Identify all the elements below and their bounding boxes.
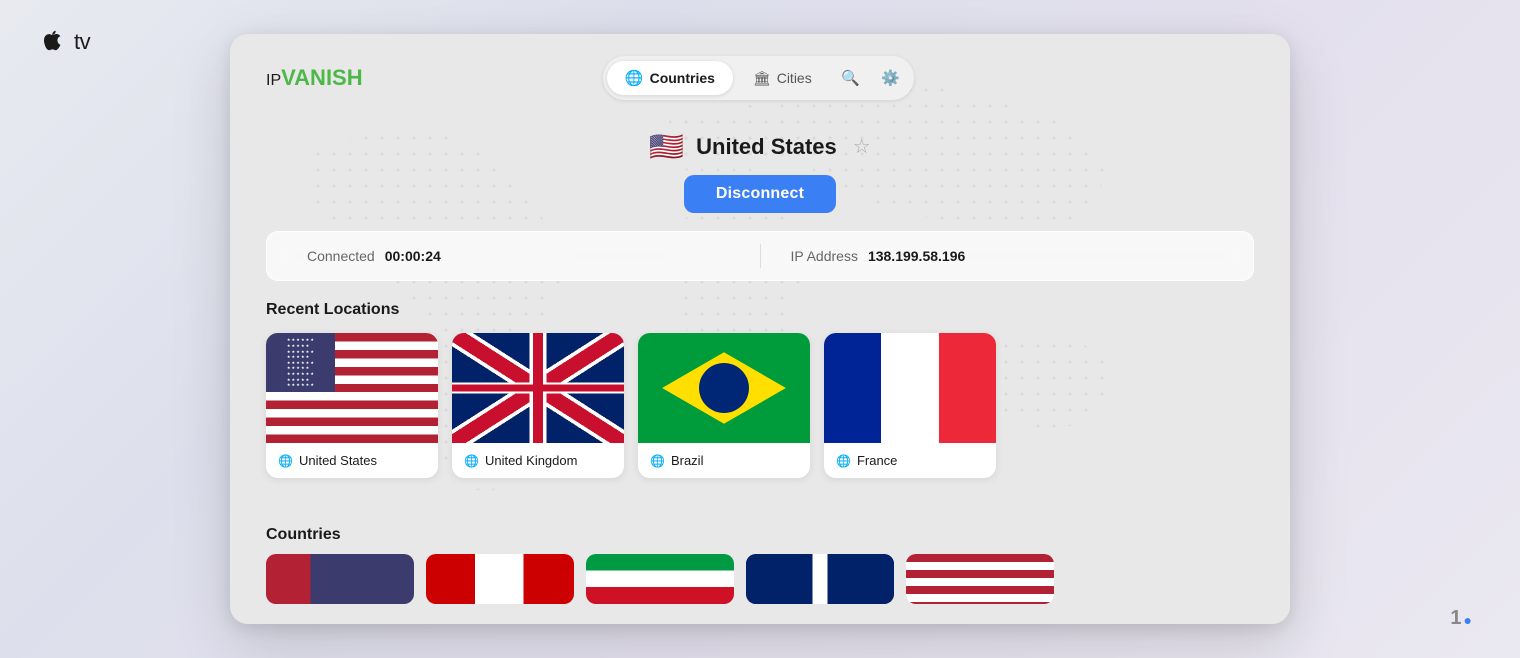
search-icon: 🔍 <box>841 69 860 87</box>
flag-france <box>824 333 996 443</box>
bottom-flag-striped[interactable] <box>906 554 1054 604</box>
flag-uk-container <box>452 333 624 443</box>
globe-tab-icon: 🌐 <box>625 69 644 87</box>
flag-uk <box>452 333 624 443</box>
settings-tab-button[interactable]: ⚙️ <box>872 60 910 96</box>
tab-cities[interactable]: 🏛 Cities <box>735 62 830 95</box>
location-name-us: 🌐 United States <box>266 443 438 478</box>
status-label: Connected <box>307 248 375 264</box>
flag-uk-cross <box>452 333 624 443</box>
location-name-brazil: 🌐 Brazil <box>638 443 810 478</box>
connection-status-item: Connected 00:00:24 <box>307 248 730 264</box>
location-card-us[interactable]: ★ ★ ★ ★ ★ ★★ ★ ★ ★ ★★ ★ ★ ★ ★ ★★ ★ ★ ★ ★… <box>266 333 438 478</box>
tab-countries[interactable]: 🌐 Countries <box>607 61 733 95</box>
country-name: United States <box>696 134 837 160</box>
ip-label: IP Address <box>791 248 858 264</box>
connection-info-bar: Connected 00:00:24 IP Address 138.199.58… <box>266 231 1254 281</box>
favorite-button[interactable]: ☆ <box>853 134 871 159</box>
logo-vanish-text: VANISH <box>281 65 363 90</box>
tv-label: tv <box>74 29 90 55</box>
flag-brazil-container <box>638 333 810 443</box>
connection-country: 🇺🇸 United States ☆ <box>649 130 870 163</box>
location-label-uk: United Kingdom <box>485 453 578 468</box>
flag-brazil <box>638 333 810 443</box>
info-divider <box>760 244 761 268</box>
country-flag: 🇺🇸 <box>649 130 684 163</box>
flag-brazil-circle <box>699 363 749 413</box>
connection-timer: 00:00:24 <box>385 248 441 264</box>
flag-brazil-diamond <box>662 352 786 424</box>
ipvanish-logo: IPVANISH <box>266 65 363 91</box>
location-label-brazil: Brazil <box>671 453 704 468</box>
building-tab-icon: 🏛 <box>753 70 771 87</box>
flag-us: ★ ★ ★ ★ ★ ★★ ★ ★ ★ ★★ ★ ★ ★ ★ ★★ ★ ★ ★ ★… <box>266 333 438 443</box>
location-label-france: France <box>857 453 897 468</box>
countries-section: Countries <box>230 512 1290 544</box>
location-name-uk: 🌐 United Kingdom <box>452 443 624 478</box>
bottom-flag-us[interactable] <box>266 554 414 604</box>
disconnect-button[interactable]: Disconnect <box>684 175 836 213</box>
app-window: IPVANISH 🌐 Countries 🏛 Cities 🔍 ⚙️ <box>230 34 1290 624</box>
search-tab-button[interactable]: 🔍 <box>832 60 870 96</box>
connection-header: 🇺🇸 United States ☆ Disconnect <box>230 116 1290 231</box>
settings-icon: ⚙️ <box>881 69 900 87</box>
globe-icon-us: 🌐 <box>278 454 293 468</box>
recent-locations-title: Recent Locations <box>266 301 1254 319</box>
flag-us-container: ★ ★ ★ ★ ★ ★★ ★ ★ ★ ★★ ★ ★ ★ ★ ★★ ★ ★ ★ ★… <box>266 333 438 443</box>
version-badge: 1● <box>1450 607 1472 630</box>
locations-grid: ★ ★ ★ ★ ★ ★★ ★ ★ ★ ★★ ★ ★ ★ ★ ★★ ★ ★ ★ ★… <box>266 333 1254 478</box>
apple-tv-logo: tv <box>40 28 90 56</box>
bottom-flags-strip <box>230 544 1290 604</box>
flag-us-canton: ★ ★ ★ ★ ★ ★★ ★ ★ ★ ★★ ★ ★ ★ ★ ★★ ★ ★ ★ ★… <box>266 333 335 392</box>
globe-icon-uk: 🌐 <box>464 454 479 468</box>
location-card-uk[interactable]: 🌐 United Kingdom <box>452 333 624 478</box>
version-dot: ● <box>1464 612 1472 628</box>
logo-ip-text: IP <box>266 72 281 89</box>
tab-cities-label: Cities <box>777 70 812 86</box>
location-label-us: United States <box>299 453 377 468</box>
apple-icon <box>40 28 68 56</box>
version-number: 1 <box>1450 607 1461 630</box>
countries-title: Countries <box>266 526 1254 544</box>
tab-countries-label: Countries <box>650 70 715 86</box>
flag-france-red <box>939 333 996 443</box>
globe-icon-france: 🌐 <box>836 454 851 468</box>
globe-icon-brazil: 🌐 <box>650 454 665 468</box>
flag-france-container <box>824 333 996 443</box>
bottom-flag-blue-white[interactable] <box>746 554 894 604</box>
location-name-france: 🌐 France <box>824 443 996 478</box>
location-card-france[interactable]: 🌐 France <box>824 333 996 478</box>
app-content: IPVANISH 🌐 Countries 🏛 Cities 🔍 ⚙️ <box>230 34 1290 624</box>
ip-address-item: IP Address 138.199.58.196 <box>791 248 1214 264</box>
flag-france-white <box>881 333 938 443</box>
recent-locations-section: Recent Locations ★ ★ ★ ★ ★ ★★ ★ ★ ★ ★★ ★… <box>230 301 1290 512</box>
ip-value: 138.199.58.196 <box>868 248 965 264</box>
bottom-flag-green[interactable] <box>586 554 734 604</box>
bottom-flag-red[interactable] <box>426 554 574 604</box>
flag-france-blue <box>824 333 881 443</box>
tab-navigation: 🌐 Countries 🏛 Cities 🔍 ⚙️ <box>603 56 914 100</box>
app-header: IPVANISH 🌐 Countries 🏛 Cities 🔍 ⚙️ <box>230 34 1290 116</box>
location-card-brazil[interactable]: 🌐 Brazil <box>638 333 810 478</box>
